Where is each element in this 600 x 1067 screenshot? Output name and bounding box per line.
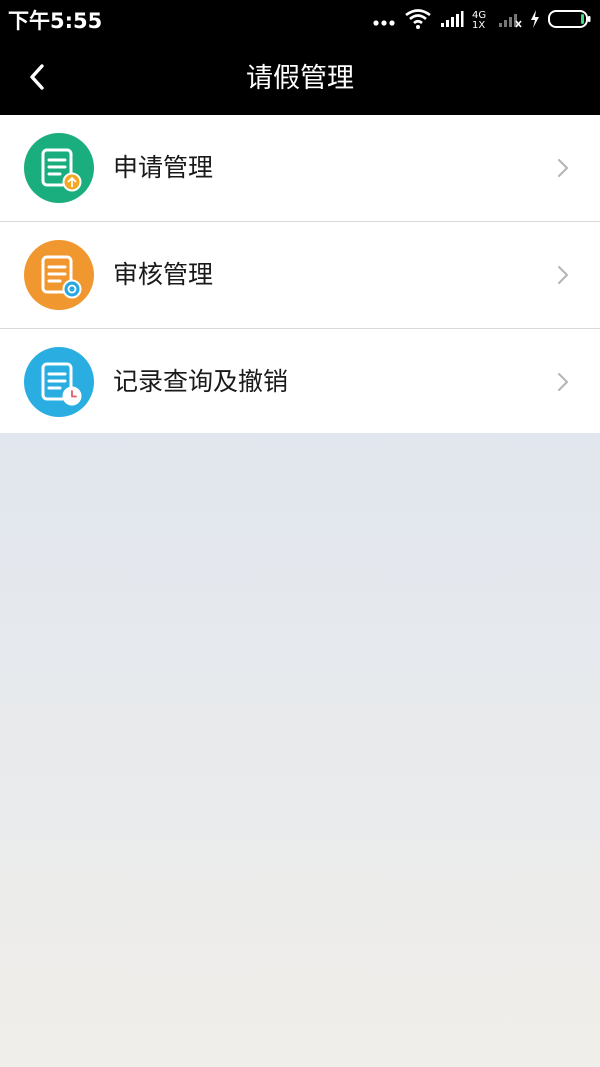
menu-item-label: 记录查询及撤销 <box>113 367 289 396</box>
status-time: 下午5:55 <box>8 9 103 33</box>
title-bar: 请假管理 <box>0 42 600 115</box>
sim-slot: 1X <box>472 20 486 31</box>
status-icons: 4G 1X <box>364 0 592 42</box>
menu-item-label: 审核管理 <box>113 260 214 289</box>
more-dots-icon <box>372 12 396 31</box>
wifi-icon <box>404 8 432 34</box>
menu-list: 申请管理 审核管理 记录查询及撤销 <box>0 115 600 433</box>
signal-strength-icon <box>440 9 464 33</box>
page-title: 请假管理 <box>246 63 354 94</box>
charging-icon <box>530 9 540 33</box>
leave-application-icon <box>24 133 94 203</box>
leave-review-icon <box>24 240 94 310</box>
menu-item-leave-application[interactable]: 申请管理 <box>0 115 600 222</box>
menu-item-label: 申请管理 <box>113 153 214 182</box>
network-type-label: 4G 1X <box>472 11 490 31</box>
chevron-right-icon <box>558 373 568 391</box>
menu-item-leave-records[interactable]: 记录查询及撤销 <box>0 329 600 433</box>
chevron-right-icon <box>558 159 568 177</box>
back-button[interactable] <box>14 54 60 100</box>
status-bar: 下午5:55 4G 1X <box>0 0 600 42</box>
battery-icon <box>548 9 592 33</box>
leave-records-icon <box>24 347 94 417</box>
empty-content-area <box>0 433 600 1067</box>
menu-item-leave-review[interactable]: 审核管理 <box>0 222 600 329</box>
chevron-right-icon <box>558 266 568 284</box>
signal-weak-icon <box>498 9 522 33</box>
chevron-left-icon <box>30 64 44 90</box>
